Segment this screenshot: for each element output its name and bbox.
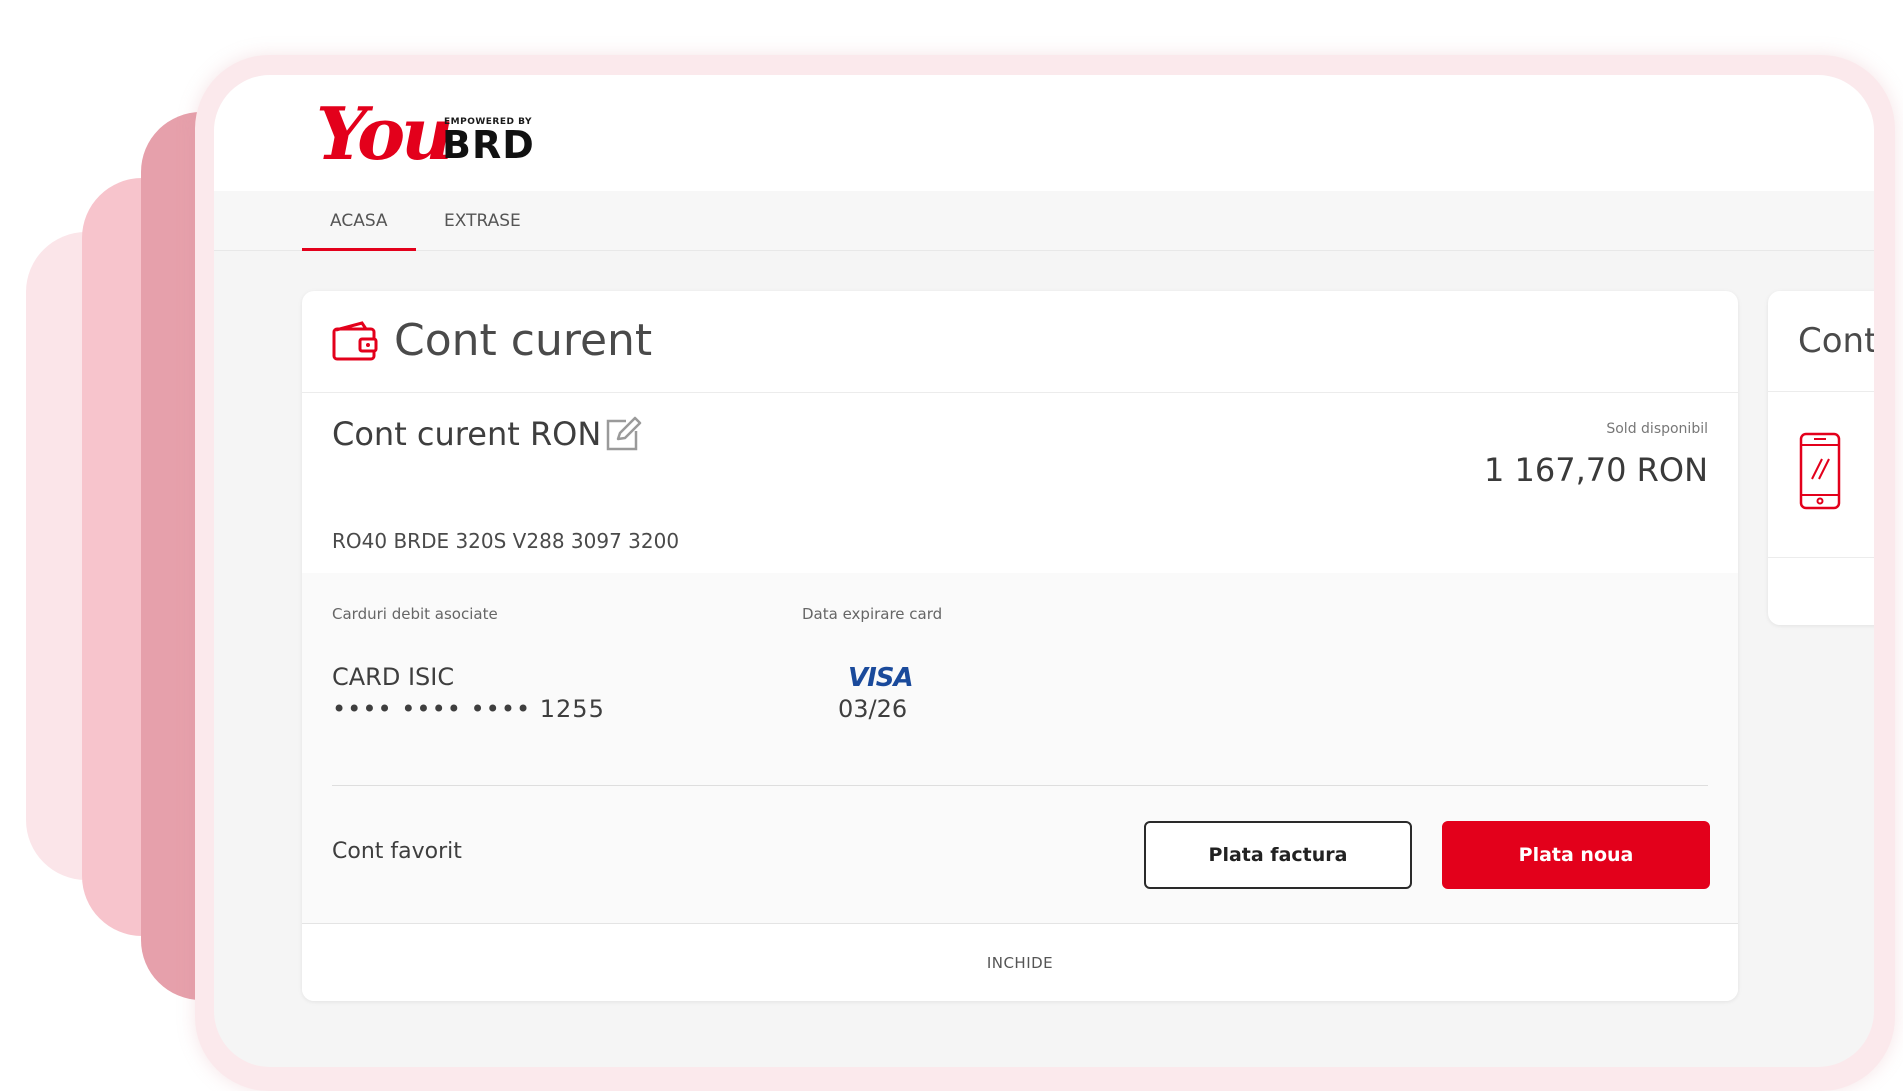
tab-acasa[interactable]: ACASA xyxy=(302,191,416,251)
logo-you-text: You xyxy=(316,91,454,176)
tab-extrase[interactable]: EXTRASE xyxy=(416,191,549,251)
account-card: Cont curent Cont curent RON Sold disponi… xyxy=(302,291,1738,1001)
nav-tabs: ACASA EXTRASE xyxy=(214,191,1874,251)
second-card-divider-bottom xyxy=(1768,557,1874,558)
visa-logo: VISA xyxy=(848,663,914,693)
divider xyxy=(332,785,1708,786)
card-title: Cont curent xyxy=(394,315,653,366)
second-card-title: Cont xyxy=(1798,321,1874,361)
second-card-divider xyxy=(1768,391,1874,392)
stage: You EMPOWERED BY BRD ACASA EXTRASE Cont … xyxy=(0,0,1903,1091)
iban: RO40 BRDE 320S V288 3097 3200 xyxy=(332,529,680,553)
logo-brd-text: BRD xyxy=(442,123,535,167)
balance-label: Sold disponibil xyxy=(1606,421,1708,437)
pay-bill-button[interactable]: Plata factura xyxy=(1144,821,1412,889)
new-payment-button[interactable]: Plata noua xyxy=(1442,821,1710,889)
brand-logo[interactable]: You EMPOWERED BY BRD xyxy=(316,91,546,176)
wallet-icon xyxy=(332,321,378,361)
account-name: Cont curent RON xyxy=(332,415,602,453)
cards-label: Carduri debit asociate xyxy=(332,605,498,623)
favorite-label: Cont favorit xyxy=(332,839,462,864)
close-link[interactable]: INCHIDE xyxy=(987,954,1053,972)
expiry-label: Data expirare card xyxy=(802,605,943,623)
cards-section: Carduri debit asociate Data expirare car… xyxy=(302,573,1738,923)
phone-icon xyxy=(1799,432,1841,510)
debit-card-number: •••• •••• •••• 1255 xyxy=(332,695,605,723)
app-header: You EMPOWERED BY BRD xyxy=(214,75,1874,191)
balance-value: 1 167,70 RON xyxy=(1483,451,1708,489)
card-footer: INCHIDE xyxy=(302,923,1738,1001)
debit-card-name[interactable]: CARD ISIC xyxy=(332,663,454,691)
card-expiry: 03/26 xyxy=(838,695,908,723)
app-screen: You EMPOWERED BY BRD ACASA EXTRASE Cont … xyxy=(214,75,1874,1067)
second-account-card[interactable]: Cont xyxy=(1768,291,1874,625)
account-card-header: Cont curent xyxy=(302,291,1738,393)
edit-icon[interactable] xyxy=(604,415,642,453)
